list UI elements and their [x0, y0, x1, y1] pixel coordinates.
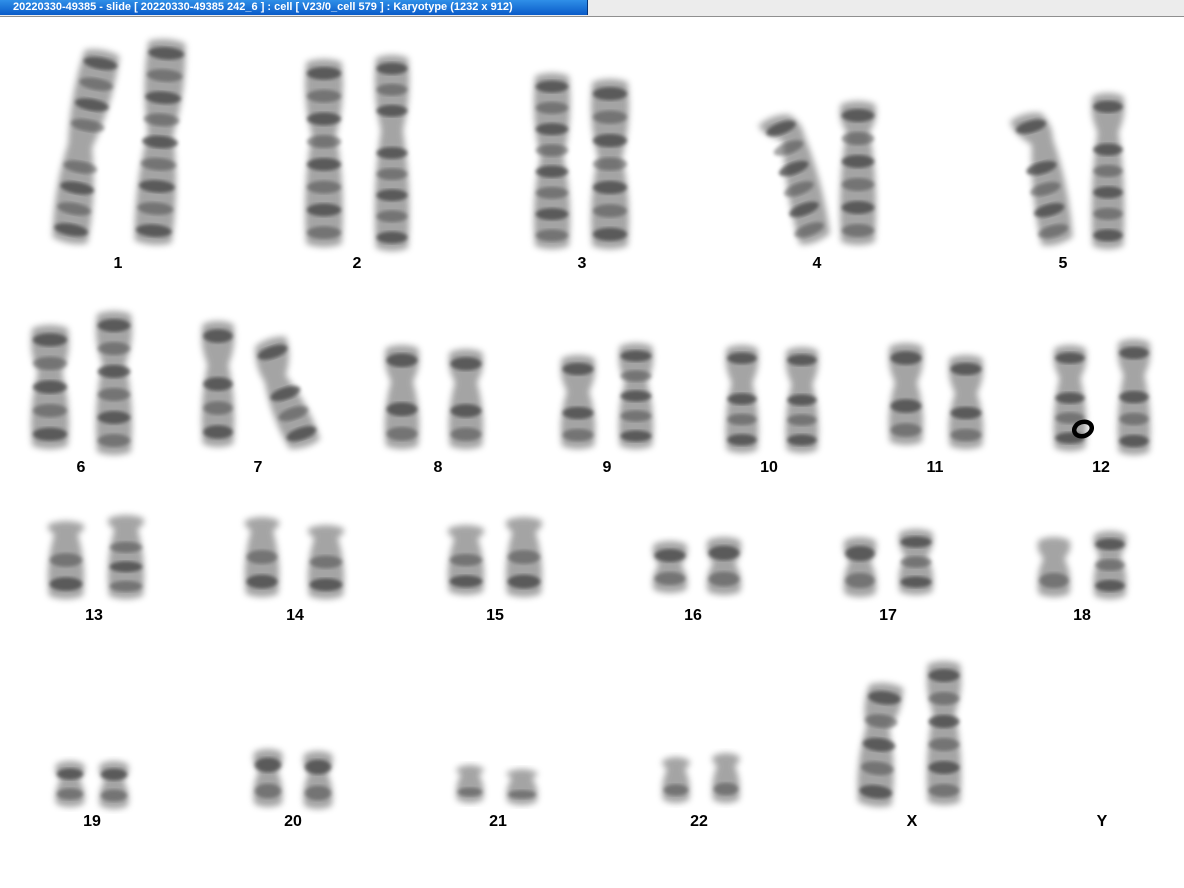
- chromosome-16b: [706, 537, 742, 595]
- chromosome-9a: [560, 355, 596, 449]
- chromosome-7a: [201, 321, 235, 447]
- chromosome-13b: [107, 515, 145, 599]
- chromosome-1a: [52, 49, 120, 245]
- karyotype-image: [31, 39, 1151, 809]
- chromosome-label-6: 6: [76, 459, 86, 476]
- chromosome-label-10: 10: [760, 459, 778, 476]
- chromosome-xa: [857, 682, 904, 807]
- chromosome-label-13: 13: [85, 607, 103, 624]
- chromosome-label-21: 21: [489, 813, 507, 830]
- chromosome-6b: [95, 311, 133, 455]
- chromosome-label-19: 19: [83, 813, 101, 830]
- chromosome-5b: [1091, 93, 1125, 249]
- chromosome-3b: [591, 79, 629, 249]
- chromosome-18a: [1037, 537, 1071, 597]
- chromosome-12b: [1117, 339, 1151, 455]
- chromosome-label-3: 3: [577, 255, 587, 272]
- chromosome-label-12: 12: [1092, 459, 1110, 476]
- chromosome-22a: [662, 757, 690, 803]
- chromosome-20a: [253, 749, 283, 807]
- chromosome-label-15: 15: [486, 607, 504, 624]
- chromosome-10a: [725, 345, 759, 453]
- chromosome-15a: [447, 525, 485, 595]
- chromosome-2b: [374, 55, 410, 251]
- chromosome-10b: [785, 347, 819, 453]
- chromosome-1b: [134, 39, 186, 245]
- chromosome-6a: [31, 325, 69, 449]
- chromosome-7b: [255, 336, 321, 449]
- chromosome-label-4: 4: [812, 255, 822, 272]
- window-title: 20220330-49385 - slide [ 20220330-49385 …: [0, 0, 588, 15]
- chromosome-label-8: 8: [433, 459, 443, 476]
- chromosome-label-18: 18: [1073, 607, 1091, 624]
- chromosome-21a: [456, 765, 484, 803]
- chromosome-label-9: 9: [602, 459, 612, 476]
- chromosome-label-22: 22: [690, 813, 708, 830]
- chromosome-11b: [948, 355, 984, 449]
- chromosome-4a: [758, 114, 830, 245]
- chromosome-14b: [307, 525, 345, 599]
- chromosome-15b: [505, 517, 543, 597]
- chromosome-19a: [55, 761, 85, 807]
- chromosome-9b: [618, 343, 654, 449]
- chromosome-17a: [843, 537, 877, 597]
- chromosome-label-1: 1: [113, 255, 123, 272]
- chromosome-label-20: 20: [284, 813, 302, 830]
- chromosome-label-14: 14: [286, 607, 304, 624]
- chromosome-13a: [47, 521, 85, 599]
- chromosome-14a: [244, 517, 280, 597]
- chromosome-xb: [926, 661, 962, 805]
- chromosome-5a: [1010, 112, 1073, 246]
- chromosome-18b: [1093, 531, 1127, 599]
- chromosome-8b: [448, 349, 484, 449]
- chromosome-21b: [506, 769, 538, 805]
- chromosome-19b: [99, 761, 129, 809]
- chromosome-label-17: 17: [879, 607, 897, 624]
- chromosome-label-16: 16: [684, 607, 702, 624]
- chromosome-label-y: Y: [1096, 813, 1108, 830]
- window-titlebar: 20220330-49385 - slide [ 20220330-49385 …: [0, 0, 1184, 17]
- chromosome-16a: [652, 541, 688, 593]
- chromosome-2a: [305, 59, 343, 247]
- chromosome-22b: [712, 753, 740, 803]
- chromosome-label-x: X: [906, 813, 918, 830]
- chromosome-8a: [384, 345, 420, 449]
- chromosome-label-2: 2: [352, 255, 362, 272]
- chromosome-label-11: 11: [926, 459, 944, 476]
- chromosome-20b: [303, 751, 333, 809]
- chromosome-3a: [533, 73, 571, 249]
- chromosome-11a: [888, 343, 924, 445]
- chromosome-label-7: 7: [253, 459, 263, 476]
- chromosome-4b: [839, 101, 877, 245]
- chromosome-17b: [898, 529, 934, 595]
- chromosome-label-5: 5: [1058, 255, 1068, 272]
